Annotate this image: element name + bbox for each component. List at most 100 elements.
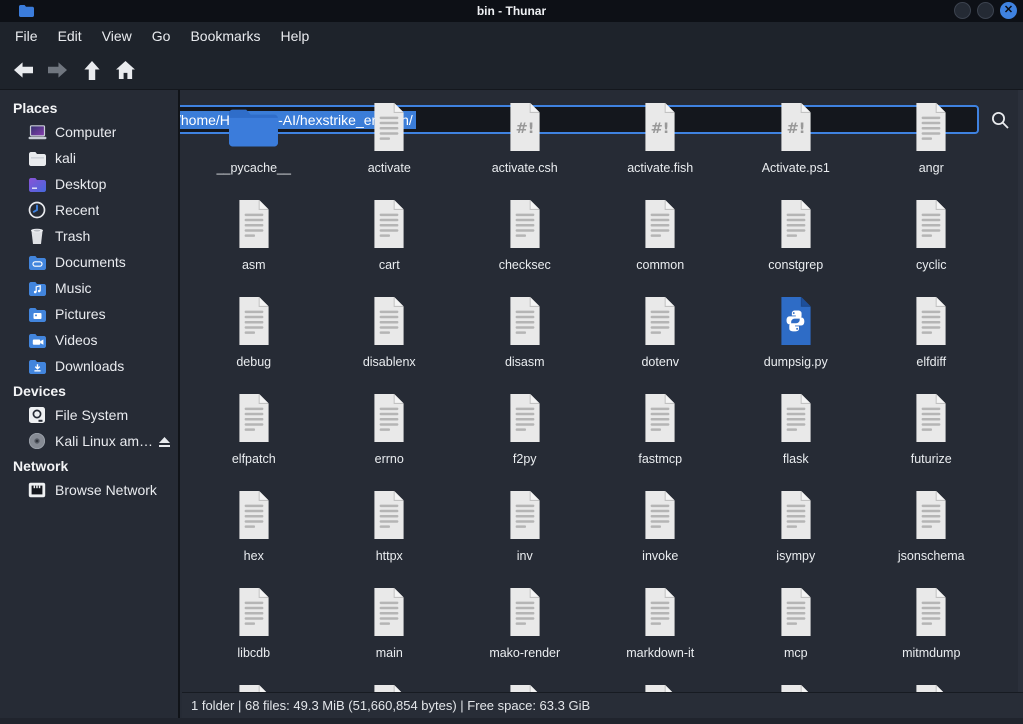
file-item-partial[interactable] [186,678,322,692]
sidebar-item-label: Browse Network [55,482,157,498]
text-file-icon [370,584,408,640]
sidebar-item-label: Music [55,280,92,296]
videos-folder-icon [27,333,47,348]
file-item[interactable]: elfpatch [186,387,322,484]
file-item[interactable]: errno [322,387,458,484]
file-item-partial[interactable] [593,678,729,692]
file-item[interactable]: main [322,581,458,678]
text-file-icon [370,293,408,349]
sidebar-header-places: Places [0,96,178,119]
toolbar: /home/Hexstrike-AI/hexstrike_env/bin/ [0,50,1023,90]
sidebar-item-trash[interactable]: Trash [0,223,178,249]
sidebar-item-music[interactable]: Music [0,275,178,301]
file-item[interactable]: hex [186,484,322,581]
file-grid: __pycache__activate#!activate.csh #! activ… [182,90,1023,692]
forward-button[interactable] [42,55,73,85]
file-label: httpx [376,549,403,563]
close-button[interactable]: ✕ [1000,2,1017,19]
file-item-partial[interactable] [457,678,593,692]
file-item[interactable]: checksec [457,193,593,290]
sidebar-item-computer[interactable]: Computer [0,119,178,145]
file-label: invoke [642,549,678,563]
file-item[interactable]: common [593,193,729,290]
file-item[interactable]: angr [864,96,1000,193]
sidebar-item-label: kali [55,150,76,166]
file-item[interactable]: futurize [864,387,1000,484]
sidebar-item-downloads[interactable]: Downloads [0,353,178,379]
menu-edit[interactable]: Edit [48,25,92,47]
menu-view[interactable]: View [92,25,142,47]
file-item[interactable]: libcdb [186,581,322,678]
menu-file[interactable]: File [5,25,48,47]
file-label: disasm [505,355,545,369]
sidebar-item-kali-linux-am[interactable]: Kali Linux am… [0,428,178,454]
file-item[interactable]: constgrep [728,193,864,290]
file-item[interactable]: #!activate.csh [457,96,593,193]
file-item[interactable]: disasm [457,290,593,387]
file-item[interactable]: f2py [457,387,593,484]
sidebar-item-file-system[interactable]: File System [0,402,178,428]
file-label: Activate.ps1 [762,161,830,175]
file-item[interactable]: markdown-it [593,581,729,678]
sidebar-item-label: Pictures [55,306,106,322]
file-item[interactable]: isympy [728,484,864,581]
text-file-icon [235,681,273,692]
text-file-icon [370,681,408,692]
home-folder-icon [27,151,47,166]
sidebar-item-desktop[interactable]: Desktop [0,171,178,197]
sidebar-item-recent[interactable]: Recent [0,197,178,223]
file-label: hex [244,549,264,563]
file-item[interactable]: mcp [728,581,864,678]
menu-bookmarks[interactable]: Bookmarks [180,25,270,47]
file-item[interactable]: asm [186,193,322,290]
file-item[interactable]: dotenv [593,290,729,387]
sidebar-item-browse-network[interactable]: Browse Network [0,477,178,503]
statusbar-text: 1 folder | 68 files: 49.3 MiB (51,660,85… [191,698,590,713]
file-item[interactable]: __pycache__ [186,96,322,193]
file-item[interactable]: invoke [593,484,729,581]
file-item[interactable]: debug [186,290,322,387]
sidebar-item-documents[interactable]: Documents [0,249,178,275]
file-item[interactable]: elfdiff [864,290,1000,387]
file-item-partial[interactable] [864,678,1000,692]
file-label: mitmdump [902,646,960,660]
documents-folder-icon [27,255,47,270]
file-item[interactable]: disablenx [322,290,458,387]
sidebar-item-label: Trash [55,228,90,244]
sidebar-item-kali[interactable]: kali [0,145,178,171]
sidebar-item-videos[interactable]: Videos [0,327,178,353]
eject-icon[interactable] [158,435,171,451]
shebang-script-icon: #! [641,99,679,155]
text-file-icon [777,196,815,252]
up-button[interactable] [76,55,107,85]
text-file-icon [506,681,544,692]
minimize-button[interactable] [954,2,971,19]
menu-help[interactable]: Help [271,25,320,47]
file-item[interactable]: httpx [322,484,458,581]
back-button[interactable] [8,55,39,85]
file-item[interactable]: #!Activate.ps1 [728,96,864,193]
file-item[interactable]: jsonschema [864,484,1000,581]
file-item[interactable]: cart [322,193,458,290]
file-item[interactable]: flask [728,387,864,484]
menu-go[interactable]: Go [142,25,181,47]
sidebar-item-pictures[interactable]: Pictures [0,301,178,327]
file-item[interactable]: mako-render [457,581,593,678]
file-item-partial[interactable] [728,678,864,692]
sidebar-item-label: Documents [55,254,126,270]
file-label: activate.fish [627,161,693,175]
file-item[interactable]: dumpsig.py [728,290,864,387]
file-item[interactable]: cyclic [864,193,1000,290]
sidebar-item-label: Computer [55,124,116,140]
file-item[interactable]: fastmcp [593,387,729,484]
window-bottom-edge [0,718,1023,724]
file-item[interactable]: inv [457,484,593,581]
file-label: flask [783,452,809,466]
home-button[interactable] [110,55,141,85]
file-item[interactable]: #! activate.fish [593,96,729,193]
maximize-button[interactable] [977,2,994,19]
vertical-scrollbar[interactable] [1018,90,1023,724]
file-item[interactable]: mitmdump [864,581,1000,678]
file-item[interactable]: activate [322,96,458,193]
file-item-partial[interactable] [322,678,458,692]
